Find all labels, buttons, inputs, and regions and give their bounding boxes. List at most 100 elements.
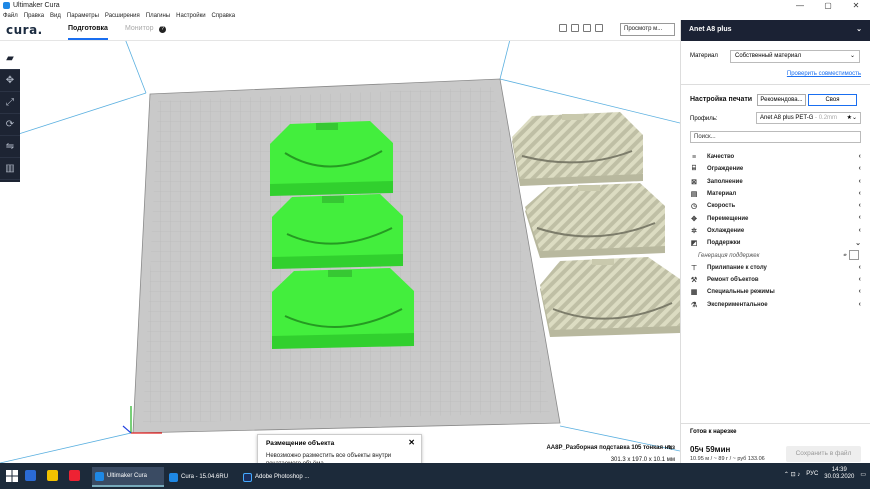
chevron-left-icon: ‹ [858,288,861,296]
mesh-fix-icon: ⚒ [690,277,698,285]
settings-search-input[interactable]: Поиск... [690,131,861,143]
cura-logo: cura. [6,23,43,37]
category-adhesion[interactable]: ⊤ Прилипание к столу ‹ [690,262,861,274]
model-unplaceable-2[interactable] [525,183,665,258]
close-icon[interactable]: ✕ [408,438,415,447]
window-title: Ultimaker Cura [13,2,60,9]
cooling-icon: ✲ [691,227,697,235]
menu-settings[interactable]: Параметры [67,13,99,19]
model-selected-1[interactable] [270,121,393,196]
browser-icon[interactable] [25,470,36,481]
print-time: 05ч 59мин [690,445,731,454]
category-material[interactable]: ▤ Материал ‹ [690,188,861,200]
profile-select[interactable]: Anet A8 plus PET-G - 0.2mm ★⌄ [756,112,861,124]
category-mesh-fixes[interactable]: ⚒ Ремонт объектов ‹ [690,274,861,286]
open-folder-icon[interactable]: ▰ [0,48,20,70]
menu-plugins[interactable]: Плагины [146,13,170,19]
volume-edge [0,92,147,141]
material-select[interactable]: Собственный материал ⌄ [730,50,860,63]
taskbar-app-photoshop[interactable]: Adobe Photoshop ... [240,467,315,487]
check-compatibility-link[interactable]: Проверить совместимость [787,71,861,77]
chevron-down-icon: ⌄ [849,53,855,59]
view-mode-select[interactable]: Просмотр м... [620,23,675,36]
support-blocker-icon[interactable]: ▥ [0,158,20,180]
category-experimental[interactable]: ⚗ Экспериментальное ‹ [690,299,861,311]
category-infill[interactable]: ⊠ Заполнение ‹ [690,176,861,188]
menu-view[interactable]: Вид [50,13,61,19]
tab-recommended[interactable]: Рекомендова... [757,94,806,106]
title-bar: Ultimaker Cura — ▢ ✕ [0,0,870,11]
taskbar-app-cura-old[interactable]: Cura - 15.04.6RU [166,467,238,487]
volume-edge [125,41,147,94]
category-cooling[interactable]: ✲ Охлаждение ‹ [690,225,861,237]
help-icon[interactable]: ? [159,26,166,33]
view-side-icon[interactable] [595,24,603,32]
close-window-button[interactable]: ✕ [842,0,870,11]
model-unplaceable-3[interactable] [540,257,680,337]
category-speed[interactable]: ◷ Скорость ‹ [690,200,861,212]
printer-selector[interactable]: Anet A8 plus ⌄ [681,20,870,41]
printer-name: Anet A8 plus [689,26,732,33]
material-value: Собственный материал [735,53,802,59]
category-label: Охлаждение [707,227,745,234]
app-header: cura. Подготовка Монитор ? Просмотр м... [0,20,680,41]
quality-icon: ≡ [691,153,697,161]
maximize-button[interactable]: ▢ [814,0,842,11]
star-icon[interactable]: ★⌄ [847,113,857,123]
model-selected-3[interactable] [272,268,414,349]
view-front-icon[interactable] [571,24,579,32]
volume-edge [0,432,132,463]
profile-label: Профиль: [690,116,718,122]
tab-monitor[interactable]: Монитор [125,25,154,32]
menu-extensions[interactable]: Расширения [105,13,140,19]
category-shell[interactable]: ⌸ Ограждение ‹ [690,163,861,175]
notifications-icon[interactable]: ▭ [860,471,866,478]
print-settings-title: Настройка печати [690,96,753,103]
system-tray: ⌃ ⊡ ♪ РУС 14:39 30.03.2020 ▭ [784,467,866,481]
language-indicator[interactable]: РУС [806,471,818,477]
minimize-button[interactable]: — [786,0,814,11]
model-unplaceable-1[interactable] [512,112,643,186]
category-label: Заполнение [707,178,743,185]
chevron-left-icon: ‹ [858,226,861,234]
save-to-file-button[interactable]: Сохранить в файл [786,446,861,462]
clock[interactable]: 14:39 30.03.2020 [824,467,854,481]
chevron-left-icon: ‹ [858,275,861,283]
link-icon[interactable]: ⚭ [842,252,847,259]
category-special-modes[interactable]: ▦ Специальные режимы ‹ [690,286,861,298]
menu-preferences[interactable]: Настройки [176,13,205,19]
tray-icons[interactable]: ⌃ ⊡ ♪ [784,471,800,478]
chevron-left-icon: ‹ [858,189,861,197]
category-travel[interactable]: ✥ Перемещение ‹ [690,212,861,224]
mirror-icon[interactable]: ⇋ [0,136,20,158]
yandex-browser-icon[interactable] [69,470,80,481]
scale-icon[interactable]: ⤢ [0,92,20,114]
build-volume-scene [0,41,680,463]
tab-custom[interactable]: Своя [808,94,857,106]
viewport-3d[interactable] [0,41,680,463]
file-explorer-icon[interactable] [47,470,58,481]
material-icon: ▤ [690,191,698,199]
menu-file[interactable]: Файл [3,13,18,19]
taskbar-app-ultimaker-cura[interactable]: Ultimaker Cura [92,467,164,487]
taskbar-app-label: Cura - 15.04.6RU [181,474,229,480]
infill-icon: ⊠ [691,178,697,186]
rotate-icon[interactable]: ⟳ [0,114,20,136]
chevron-left-icon: ‹ [858,214,861,222]
view-top-icon[interactable] [583,24,591,32]
chevron-left-icon: ‹ [858,177,861,185]
special-modes-icon: ▦ [690,289,698,297]
menu-help[interactable]: Справка [212,13,236,19]
category-quality[interactable]: ≡ Качество ‹ [690,151,861,163]
move-icon[interactable]: ✥ [0,70,20,92]
clock-date: 30.03.2020 [824,474,855,480]
menu-edit[interactable]: Правка [24,13,44,19]
tab-prepare[interactable]: Подготовка [68,25,108,40]
message-title: Размещение объекта [266,440,335,447]
windows-start-icon[interactable] [6,470,18,482]
model-selected-2[interactable] [272,194,403,269]
volume-edge [499,41,511,80]
view-3d-icon[interactable] [559,24,567,32]
category-support[interactable]: ◩ Поддержки ⌄ [690,237,861,249]
generate-support-checkbox[interactable] [849,250,859,261]
